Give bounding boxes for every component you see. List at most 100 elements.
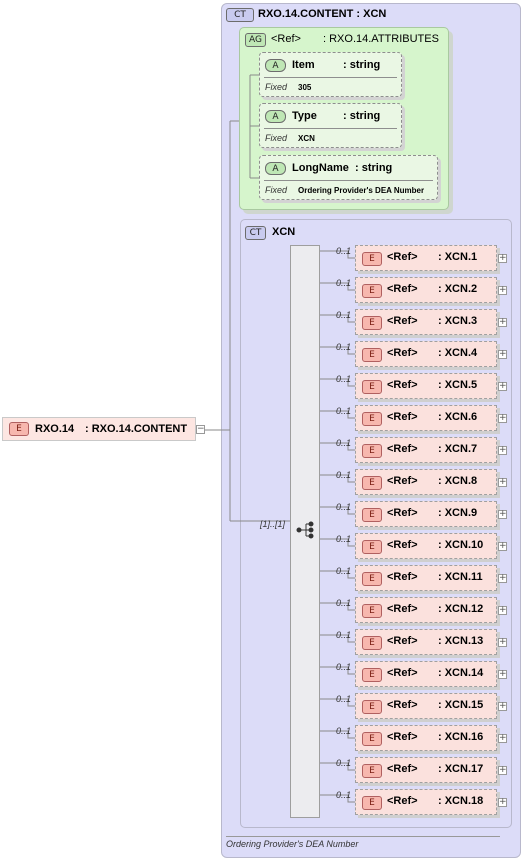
expand-toggle[interactable]: + xyxy=(498,766,507,775)
element-badge: E xyxy=(362,316,382,330)
element-xcn-17[interactable]: E <Ref>: XCN.17 xyxy=(355,757,497,783)
documentation-text: Ordering Provider's DEA Number xyxy=(226,839,359,849)
element-badge: E xyxy=(362,636,382,650)
element-ref: <Ref> xyxy=(387,795,418,807)
element-type: : XCN.12 xyxy=(438,603,484,615)
element-type: : XCN.8 xyxy=(438,475,478,487)
element-xcn-4[interactable]: E <Ref>: XCN.4 xyxy=(355,341,497,367)
element-type: : XCN.18 xyxy=(438,795,484,807)
expand-toggle[interactable]: + xyxy=(498,702,507,711)
element-xcn-5[interactable]: E <Ref>: XCN.5 xyxy=(355,373,497,399)
element-xcn-15[interactable]: E <Ref>: XCN.15 xyxy=(355,693,497,719)
element-ref: <Ref> xyxy=(387,347,418,359)
occurrence-label: 0..1 xyxy=(336,758,352,768)
expand-toggle[interactable]: + xyxy=(498,638,507,647)
occurrence-label: 0..1 xyxy=(336,566,352,576)
element-badge: E xyxy=(362,412,382,426)
element-badge: E xyxy=(362,508,382,522)
root-element-rxo14[interactable]: E RXO.14 : RXO.14.CONTENT xyxy=(2,417,196,441)
element-ref: <Ref> xyxy=(387,507,418,519)
element-type: : XCN.5 xyxy=(438,379,478,391)
element-xcn-14[interactable]: E <Ref> : XCN.14 xyxy=(355,661,497,687)
occurrence-label: 0..1 xyxy=(336,342,352,352)
occurrence-label: 0..1 xyxy=(336,374,352,384)
element-type: : XCN.11 xyxy=(438,571,483,583)
element-type: : RXO.14.CONTENT xyxy=(85,423,188,435)
collapse-toggle[interactable]: − xyxy=(196,425,205,434)
element-type: : XCN.2 xyxy=(438,283,478,295)
expand-toggle[interactable]: + xyxy=(498,414,507,423)
element-badge: E xyxy=(9,422,29,436)
expand-toggle[interactable]: + xyxy=(498,542,507,551)
element-type: : XCN.17 xyxy=(438,763,484,775)
element-xcn-12[interactable]: E <Ref>: XCN.12 xyxy=(355,597,497,623)
element-xcn-1[interactable]: E <Ref>: XCN.1 xyxy=(355,245,497,271)
occurrence-label: 0..1 xyxy=(336,246,352,256)
expand-toggle[interactable]: + xyxy=(498,574,507,583)
element-type: : XCN.3 xyxy=(438,315,478,327)
element-type: : XCN.13 xyxy=(438,635,484,647)
element-badge: E xyxy=(362,732,382,746)
expand-toggle[interactable]: + xyxy=(498,478,507,487)
element-ref: <Ref> xyxy=(387,667,418,679)
element-badge: E xyxy=(362,668,382,682)
element-ref: <Ref> xyxy=(387,763,418,775)
element-xcn-6[interactable]: E <Ref>: XCN.6 xyxy=(355,405,497,431)
element-badge: E xyxy=(362,540,382,554)
element-ref: <Ref> xyxy=(387,315,418,327)
element-ref: <Ref> xyxy=(387,475,418,487)
element-xcn-16[interactable]: E <Ref>: XCN.16 xyxy=(355,725,497,751)
expand-toggle[interactable]: + xyxy=(498,350,507,359)
expand-toggle[interactable]: + xyxy=(498,798,507,807)
occurrence-label: 0..1 xyxy=(336,278,352,288)
element-xcn-11[interactable]: E <Ref>: XCN.11 xyxy=(355,565,497,591)
divider xyxy=(226,836,500,837)
occurrence-label: 0..1 xyxy=(336,662,352,672)
element-type: : XCN.1 xyxy=(438,251,478,263)
occurrence-label: 0..1 xyxy=(336,502,352,512)
occurrence-label: 0..1 xyxy=(336,694,352,704)
element-type: : XCN.15 xyxy=(438,699,484,711)
element-xcn-13[interactable]: E <Ref>: XCN.13 xyxy=(355,629,497,655)
expand-toggle[interactable]: + xyxy=(498,734,507,743)
element-badge: E xyxy=(362,444,382,458)
element-ref: <Ref> xyxy=(387,731,418,743)
element-badge: E xyxy=(362,604,382,618)
element-badge: E xyxy=(362,252,382,266)
element-name: RXO.14 xyxy=(35,423,75,435)
element-badge: E xyxy=(362,348,382,362)
element-type: : XCN.14 xyxy=(438,667,484,679)
expand-toggle[interactable]: + xyxy=(498,446,507,455)
occurrence-label: 0..1 xyxy=(336,310,352,320)
expand-toggle[interactable]: + xyxy=(498,510,507,519)
element-xcn-8[interactable]: E <Ref> : XCN.8 xyxy=(355,469,497,495)
element-xcn-10[interactable]: E <Ref>: XCN.10 xyxy=(355,533,497,559)
element-ref: <Ref> xyxy=(387,411,418,423)
element-badge: E xyxy=(362,284,382,298)
element-xcn-3[interactable]: E <Ref> : XCN.3 xyxy=(355,309,497,335)
element-badge: E xyxy=(362,700,382,714)
element-badge: E xyxy=(362,796,382,810)
expand-toggle[interactable]: + xyxy=(498,382,507,391)
element-xcn-9[interactable]: E <Ref> : XCN.9 xyxy=(355,501,497,527)
expand-toggle[interactable]: + xyxy=(498,254,507,263)
element-ref: <Ref> xyxy=(387,571,418,583)
element-xcn-18[interactable]: E <Ref> : XCN.18 xyxy=(355,789,497,815)
sequence-icon xyxy=(296,521,314,539)
element-type: : XCN.9 xyxy=(438,507,478,519)
expand-toggle[interactable]: + xyxy=(498,286,507,295)
element-type: : XCN.7 xyxy=(438,443,478,455)
element-xcn-2[interactable]: E <Ref>: XCN.2 xyxy=(355,277,497,303)
occurrence-label: 0..1 xyxy=(336,470,352,480)
occurrence-label: 0..1 xyxy=(336,534,352,544)
element-ref: <Ref> xyxy=(387,379,418,391)
element-xcn-7[interactable]: E <Ref> : XCN.7 xyxy=(355,437,497,463)
expand-toggle[interactable]: + xyxy=(498,606,507,615)
occurrence-label: 0..1 xyxy=(336,438,352,448)
expand-toggle[interactable]: + xyxy=(498,318,507,327)
element-ref: <Ref> xyxy=(387,443,418,455)
element-badge: E xyxy=(362,476,382,490)
sequence-occurrence: [1]..[1] xyxy=(260,519,286,529)
expand-toggle[interactable]: + xyxy=(498,670,507,679)
occurrence-label: 0..1 xyxy=(336,406,352,416)
